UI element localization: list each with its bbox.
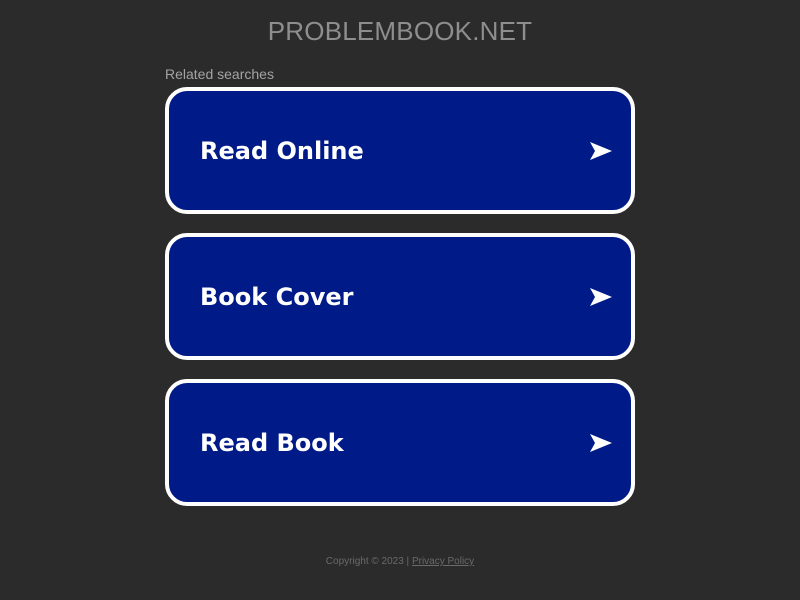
related-searches-label: Related searches [165,66,274,82]
related-search-label: Read Book [200,428,344,457]
arrow-right-icon [590,433,612,452]
page: PROBLEMBOOK.NET Related searches Read On… [0,0,800,600]
related-searches-list: Read Online Book Cover Read Book [165,87,635,525]
related-search-label: Read Online [200,136,364,165]
copyright-text: Copyright © 2023 | [325,556,410,567]
site-title: PROBLEMBOOK.NET [267,16,533,46]
arrow-right-icon [590,287,612,306]
related-search-label: Book Cover [200,282,354,311]
related-search-read-online[interactable]: Read Online [165,87,635,214]
arrow-right-icon [590,141,612,160]
privacy-policy-link[interactable]: Privacy Policy [412,556,474,567]
related-search-read-book[interactable]: Read Book [165,379,635,506]
footer: Copyright © 2023 | Privacy Policy [0,556,800,567]
related-search-book-cover[interactable]: Book Cover [165,233,635,360]
